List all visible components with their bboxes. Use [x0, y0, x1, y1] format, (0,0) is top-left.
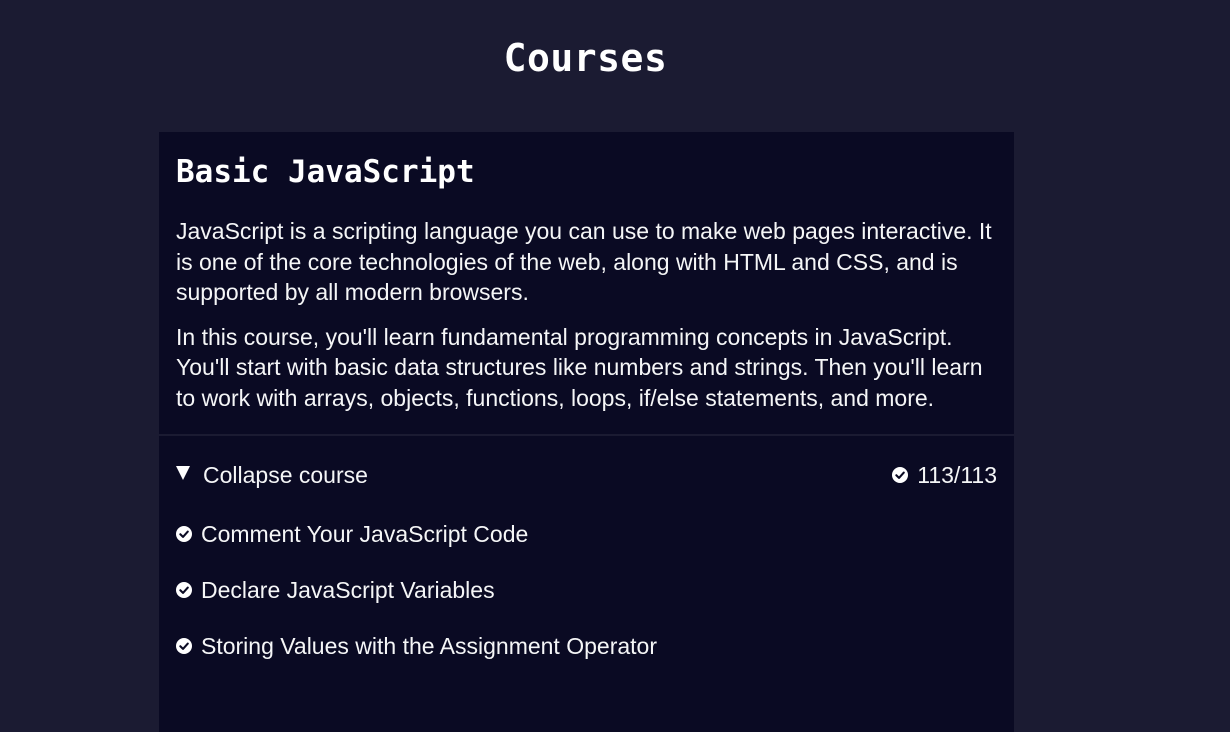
progress-text: 113/113: [917, 461, 997, 488]
check-circle-icon: [176, 638, 192, 654]
page-title: Courses: [503, 36, 668, 80]
lesson-label: Storing Values with the Assignment Opera…: [201, 632, 657, 659]
collapse-label: Collapse course: [203, 461, 368, 488]
course-card: Basic JavaScript JavaScript is a scripti…: [159, 132, 1014, 732]
check-circle-icon: [176, 526, 192, 542]
lesson-label: Comment Your JavaScript Code: [201, 520, 529, 547]
lesson-item[interactable]: Declare JavaScript Variables: [176, 562, 997, 618]
check-circle-icon: [176, 582, 192, 598]
lesson-item[interactable]: Comment Your JavaScript Code: [176, 506, 997, 562]
lesson-label: Declare JavaScript Variables: [201, 576, 495, 603]
triangle-down-icon: [176, 466, 190, 480]
course-description-2: In this course, you'll learn fundamental…: [176, 323, 983, 411]
course-intro: Basic JavaScript JavaScript is a scripti…: [159, 132, 1014, 436]
collapse-toggle[interactable]: Collapse course: [176, 462, 368, 489]
lesson-item[interactable]: Storing Values with the Assignment Opera…: [176, 618, 997, 674]
course-description-1: JavaScript is a scripting language you c…: [176, 218, 992, 305]
lesson-list: Comment Your JavaScript Code Declare Jav…: [159, 506, 1014, 674]
check-circle-icon: [892, 467, 909, 483]
course-heading: Basic JavaScript: [176, 154, 475, 190]
collapse-course-button[interactable]: Collapse course 113/113: [159, 438, 1014, 512]
course-progress: 113/113: [892, 462, 997, 489]
